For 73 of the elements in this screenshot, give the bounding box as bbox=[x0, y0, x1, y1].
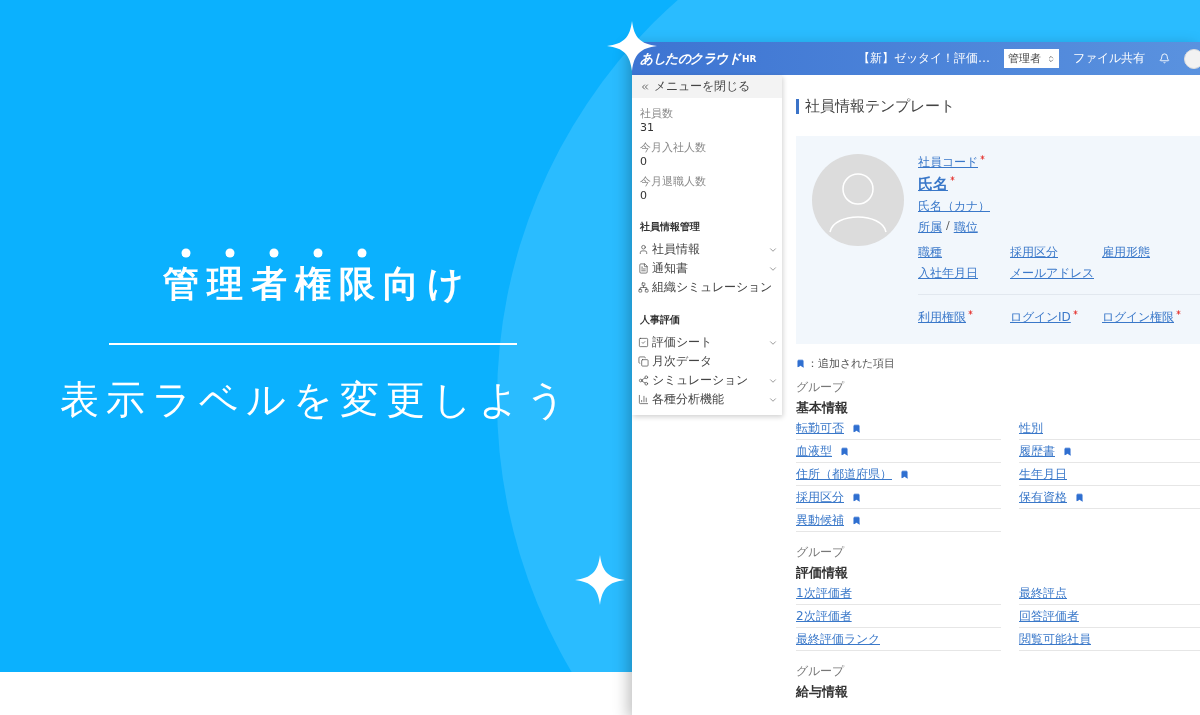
field-label[interactable]: 採用区分 bbox=[1010, 244, 1058, 261]
field-label[interactable]: 雇用形態 bbox=[1102, 244, 1150, 261]
sidebar-item[interactable]: 各種分析機能 bbox=[632, 390, 782, 409]
sidebar-item[interactable]: 組織シミュレーション bbox=[632, 278, 782, 297]
field-label[interactable]: 回答評価者 bbox=[1019, 607, 1079, 625]
stat-value: 31 bbox=[640, 121, 655, 134]
subline: 表示ラベルを変更しよう bbox=[59, 376, 573, 424]
file-share-link[interactable]: ファイル共有 bbox=[1073, 50, 1145, 67]
field-label[interactable]: ログイン権限 bbox=[1102, 309, 1174, 326]
close-menu-button[interactable]: メニューを閉じる bbox=[632, 75, 782, 98]
field-label[interactable]: 利用権限 bbox=[918, 309, 966, 326]
group-caption: グループ bbox=[796, 663, 846, 680]
field-label[interactable]: 履歴書 bbox=[1019, 442, 1055, 460]
copy-icon bbox=[638, 356, 649, 367]
page-title: 社員情報テンプレート bbox=[805, 97, 955, 116]
notice-link[interactable]: 【新】ゼッタイ！評価… bbox=[858, 50, 990, 67]
field-label[interactable]: 1次評価者 bbox=[796, 584, 852, 602]
field-label[interactable]: 入社年月日 bbox=[918, 265, 978, 282]
field-label[interactable]: 性別 bbox=[1019, 419, 1043, 437]
org-icon bbox=[638, 282, 649, 293]
field-label[interactable]: 氏名（カナ） bbox=[918, 198, 990, 215]
stat-label: 今月入社人数 bbox=[640, 140, 707, 155]
group-caption: グループ bbox=[796, 379, 846, 396]
legend-text: ：追加された項目 bbox=[807, 356, 895, 371]
stat-value: 0 bbox=[640, 155, 648, 168]
field-label[interactable]: 採用区分 bbox=[796, 488, 844, 506]
group-title: 給与情報 bbox=[796, 683, 849, 701]
field-label[interactable]: 最終評価ランク bbox=[796, 630, 880, 648]
separator: / bbox=[946, 219, 950, 232]
stat-value: 0 bbox=[640, 189, 648, 202]
logo-suffix: HR bbox=[742, 54, 757, 64]
stat-label: 今月退職人数 bbox=[640, 174, 707, 189]
stat-label: 社員数 bbox=[640, 106, 674, 121]
field-label[interactable]: メールアドレス bbox=[1010, 265, 1094, 282]
name-label[interactable]: 氏名 bbox=[918, 175, 948, 194]
person-icon bbox=[638, 244, 649, 255]
field-label[interactable]: 所属 bbox=[918, 219, 942, 236]
field-label[interactable]: 保有資格 bbox=[1019, 488, 1067, 506]
field-label[interactable]: 2次評価者 bbox=[796, 607, 852, 625]
sidebar-item[interactable]: シミュレーション bbox=[632, 371, 782, 390]
sidebar-item[interactable]: 通知書 bbox=[632, 259, 782, 278]
field-label[interactable]: 血液型 bbox=[796, 442, 832, 460]
sidebar-item[interactable]: 月次データ bbox=[632, 352, 782, 371]
section-title: 人事評価 bbox=[639, 313, 681, 327]
bookmark-icon bbox=[796, 359, 805, 368]
group-title: 評価情報 bbox=[796, 564, 849, 582]
double-chevron-left-icon bbox=[640, 81, 650, 92]
field-label[interactable]: 異動候補 bbox=[796, 511, 844, 529]
avatar[interactable] bbox=[1184, 48, 1200, 69]
role-select[interactable]: 管理者 bbox=[1004, 49, 1059, 68]
field-label[interactable]: 職種 bbox=[918, 244, 942, 261]
updown-chevron-icon bbox=[1047, 54, 1055, 63]
nodes-icon bbox=[638, 375, 649, 386]
headline: 管理者権限向け bbox=[161, 262, 472, 306]
group-caption: グループ bbox=[796, 544, 846, 561]
sidebar-item[interactable]: 社員情報 bbox=[632, 240, 782, 259]
sparkle-icon bbox=[575, 555, 625, 605]
check-icon bbox=[638, 337, 649, 348]
section-title: 社員情報管理 bbox=[639, 220, 701, 234]
field-label[interactable]: ログインID bbox=[1010, 309, 1071, 326]
field-label[interactable]: 社員コード bbox=[918, 154, 978, 171]
field-label[interactable]: 閲覧可能社員 bbox=[1019, 630, 1091, 648]
field-label[interactable]: 最終評点 bbox=[1019, 584, 1067, 602]
field-label[interactable]: 生年月日 bbox=[1019, 465, 1067, 483]
group-title: 基本情報 bbox=[796, 399, 849, 417]
field-label[interactable]: 転勤可否 bbox=[796, 419, 844, 437]
bell-icon[interactable] bbox=[1159, 53, 1170, 64]
field-label[interactable]: 住所（都道府県） bbox=[796, 465, 892, 483]
chart-icon bbox=[638, 394, 649, 405]
field-label[interactable]: 職位 bbox=[953, 219, 978, 236]
sidebar-item[interactable]: 評価シート bbox=[632, 333, 782, 352]
logo[interactable]: あしたのクラウド bbox=[640, 49, 740, 68]
document-icon bbox=[638, 263, 649, 274]
